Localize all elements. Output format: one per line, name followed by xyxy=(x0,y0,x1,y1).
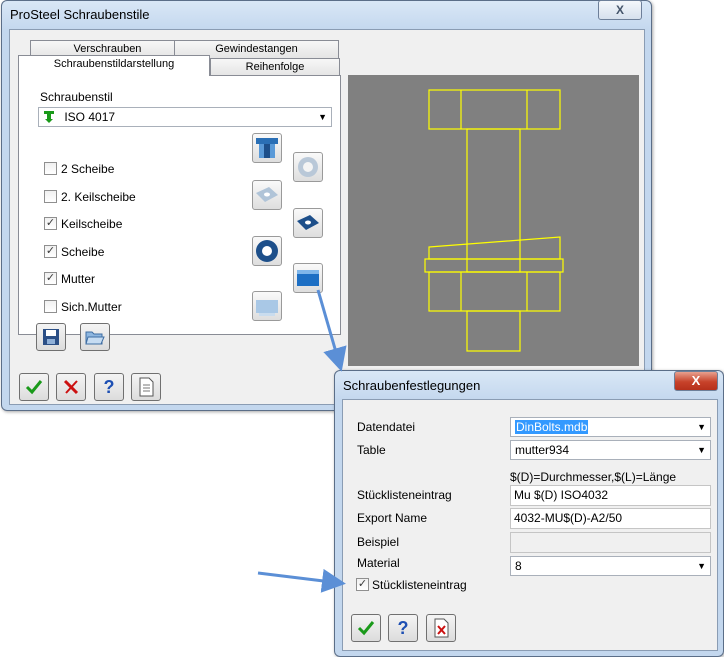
checkbox-sich-mutter[interactable] xyxy=(44,300,57,313)
checkbox-keilscheibe[interactable]: ✓ xyxy=(44,217,57,230)
wedge-washer-2-thumbnail[interactable] xyxy=(252,180,282,210)
checkbox-label: Mutter xyxy=(61,272,96,286)
material-combo[interactable]: 8 ▼ xyxy=(510,556,711,576)
table-combo[interactable]: mutter934 ▼ xyxy=(510,440,711,460)
checkbox-label: Sich.Mutter xyxy=(61,300,122,314)
nut-thumbnail[interactable] xyxy=(293,263,323,293)
beispiel-label: Beispiel xyxy=(357,535,400,549)
datendatei-combo[interactable]: DinBolts.mdb ▼ xyxy=(510,417,711,437)
checkmark-icon xyxy=(357,621,375,636)
checkmark-icon xyxy=(25,380,43,395)
save-icon xyxy=(43,329,59,345)
checkbox-label: 2. Keilscheibe xyxy=(61,190,136,204)
checkbox-label: Keilscheibe xyxy=(61,217,123,231)
question-icon: ? xyxy=(397,618,409,638)
stueckliste-label: Stücklisteneintrag xyxy=(357,488,452,502)
checkbox-2-keilscheibe[interactable] xyxy=(44,190,57,203)
export-name-field[interactable]: 4032-MU$(D)-A2/50 xyxy=(510,508,711,529)
bolt-icon xyxy=(43,110,55,124)
lock-nut-icon xyxy=(256,300,278,316)
bolt-head-icon xyxy=(256,138,278,158)
dialog-client-area: Datendatei DinBolts.mdb ▼ Table mutter93… xyxy=(342,399,718,651)
nut-icon xyxy=(297,270,319,286)
bolt-preview-canvas xyxy=(348,75,639,366)
dialog-delete-button[interactable] xyxy=(426,614,456,642)
delete-document-icon xyxy=(434,618,449,638)
cancel-button[interactable] xyxy=(56,373,86,401)
datendatei-value: DinBolts.mdb xyxy=(515,420,589,434)
question-icon: ? xyxy=(103,377,115,397)
material-value: 8 xyxy=(515,559,522,573)
bolt-drawing xyxy=(424,89,564,352)
open-folder-icon xyxy=(85,331,105,345)
dialog-close-button[interactable]: X xyxy=(674,371,718,391)
washer-selected-thumbnail[interactable] xyxy=(252,236,282,266)
style-combo[interactable]: ISO 4017 ▼ xyxy=(38,107,332,127)
help-button[interactable]: ? xyxy=(94,373,124,401)
checkbox-scheibe[interactable]: ✓ xyxy=(44,245,57,258)
washer-thumbnail[interactable] xyxy=(293,152,323,182)
main-client-area: Verschrauben Gewindestangen Schraubensti… xyxy=(9,29,645,405)
document-icon xyxy=(139,377,154,397)
checkbox-2-scheibe[interactable] xyxy=(44,162,57,175)
stueckliste-checkbox[interactable]: ✓ xyxy=(356,578,369,591)
export-name-label: Export Name xyxy=(357,511,428,525)
arrow-to-checkbox xyxy=(257,568,346,593)
style-combo-value: ISO 4017 xyxy=(64,110,116,124)
main-window: ProSteel Schraubenstile X Verschrauben G… xyxy=(1,0,652,411)
chevron-down-icon[interactable]: ▼ xyxy=(318,108,327,126)
stueckliste-field[interactable]: Mu $(D) ISO4032 xyxy=(510,485,711,506)
wedge-washer-icon xyxy=(297,215,319,230)
cross-icon xyxy=(63,379,79,395)
dialog-ok-button[interactable] xyxy=(351,614,381,642)
washer-ring-icon xyxy=(256,240,278,262)
beispiel-field xyxy=(510,532,711,553)
save-button[interactable] xyxy=(36,323,66,351)
stueckliste-checkbox-label: Stücklisteneintrag xyxy=(372,578,467,592)
checkbox-label: 2 Scheibe xyxy=(61,162,115,176)
main-close-button[interactable]: X xyxy=(598,0,642,20)
material-label: Material xyxy=(357,556,400,570)
report-button[interactable] xyxy=(131,373,161,401)
table-label: Table xyxy=(357,443,386,457)
table-value: mutter934 xyxy=(515,443,570,457)
wedge-washer-icon xyxy=(256,187,278,202)
chevron-down-icon[interactable]: ▼ xyxy=(697,418,706,436)
placeholder-hint: $(D)=Durchmesser,$(L)=Länge xyxy=(510,470,677,484)
tab-panel: Schraubenstil ISO 4017 ▼ 2 Scheibe 2. Ke… xyxy=(18,75,341,351)
datendatei-label: Datendatei xyxy=(357,420,416,434)
chevron-down-icon[interactable]: ▼ xyxy=(697,557,706,575)
style-label: Schraubenstil xyxy=(40,90,113,104)
main-window-title: ProSteel Schraubenstile xyxy=(10,7,150,22)
tab-schraubenstildarstellung[interactable]: Schraubenstildarstellung xyxy=(18,55,210,76)
dialog-window: Schraubenfestlegungen X Datendatei DinBo… xyxy=(334,370,724,657)
chevron-down-icon[interactable]: ▼ xyxy=(697,441,706,459)
dialog-help-button[interactable]: ? xyxy=(388,614,418,642)
washer-ring-icon xyxy=(298,157,318,177)
checkbox-label: Scheibe xyxy=(61,245,105,259)
bolt-head-thumbnail[interactable] xyxy=(252,133,282,163)
open-button[interactable] xyxy=(80,323,110,351)
dialog-title: Schraubenfestlegungen xyxy=(343,378,481,393)
wedge-washer-thumbnail[interactable] xyxy=(293,208,323,238)
ok-button[interactable] xyxy=(19,373,49,401)
checkbox-mutter[interactable]: ✓ xyxy=(44,272,57,285)
lock-nut-thumbnail[interactable] xyxy=(252,291,282,321)
